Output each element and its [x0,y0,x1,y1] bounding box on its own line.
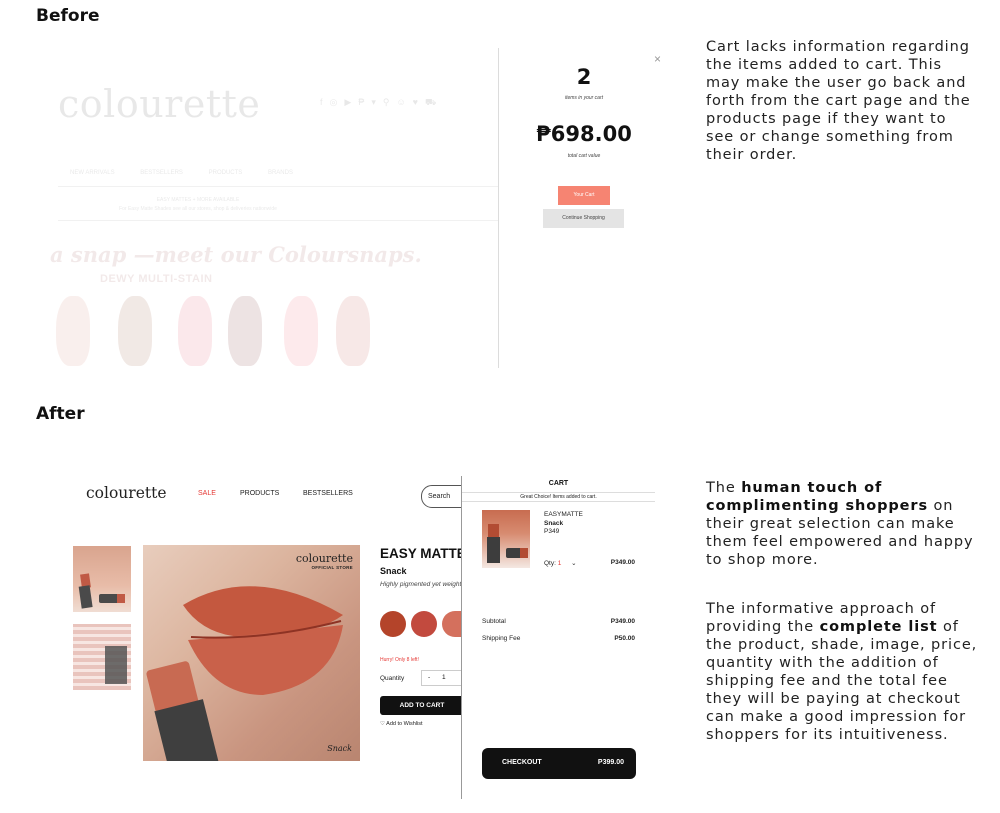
checkout-total: P399.00 [597,759,624,766]
before-tagline: a snap —meet our Coloursnaps. [50,242,422,267]
hero-brand-sub: OFFICIAL STORE [311,565,353,570]
before-promo: EASY MATTES + MORE AVAILABLE For Easy Ma… [58,196,338,214]
hero-brand-name: colourette [295,552,353,565]
hero-caption: Snack [327,744,352,753]
product-description: Highly pigmented yet weightless [380,581,473,588]
shade-swatch[interactable] [380,611,406,637]
lipstick-image [487,524,528,563]
stock-note: Hurry! Only 8 left! [380,657,419,663]
hero-brand: colourette OFFICIAL STORE [296,552,353,570]
cart-icon: ⛟ [424,97,444,107]
heart-icon: ♥ [412,97,425,107]
product-thumbnail-2[interactable] [73,624,131,690]
swatch [284,296,318,366]
cart-item-image [482,510,530,568]
after-heading: After [36,404,85,424]
qty-value: 1 [442,674,446,681]
nav-sale[interactable]: SALE [198,490,216,497]
before-subheading: DEWY MULTI-STAIN [100,273,213,285]
before-heading: Before [36,6,100,26]
swatch [228,296,262,366]
note-emphasis: complete list [819,619,938,635]
site-logo[interactable]: colourette [86,484,167,502]
chevron-down-icon[interactable]: ⌄ [571,560,576,567]
shade-swatch[interactable] [442,611,462,637]
cart-item-count-label: items in your cart [564,95,604,101]
cart-item-product: EASYMATTE [544,511,583,518]
subtotal-value: P349.00 [610,618,635,625]
cart-panel: CART Great Choice! Items added to cart. … [461,476,655,799]
after-note-1: The human touch of complimenting shopper… [706,479,978,569]
heart-icon: ♡ [380,721,385,727]
add-to-wishlist-link[interactable]: ♡ Add to Wishlist [380,721,423,727]
lips-photo [146,586,343,761]
your-cart-button[interactable]: Your Cart [558,186,610,205]
cart-total-value: ₱698.00 [536,122,632,146]
before-site-nav: NEW ARRIVALS BESTSELLERS PRODUCTS BRANDS [70,170,317,176]
shade-swatch[interactable] [411,611,437,637]
popup-divider [498,48,499,368]
cart-item-price: P349.00 [610,559,635,566]
qty-label: Qty: [544,560,556,567]
continue-shopping-button[interactable]: Continue Shopping [543,209,624,228]
checkout-label: CHECKOUT [502,759,542,766]
currency-icon: ₱ [358,97,372,107]
close-icon[interactable]: × [654,52,661,66]
add-to-cart-button[interactable]: ADD TO CART [380,696,464,715]
product-title: EASY MATTE [380,546,466,561]
nav-bestsellers[interactable]: BESTSELLERS [303,490,353,497]
quantity-label: Quantity [380,675,405,682]
user-icon: ☺ [396,97,413,107]
cart-title: CART [548,480,569,487]
shipping-value: P50.00 [614,635,635,642]
wishlist-label: Add to Wishlist [386,721,423,727]
youtube-icon: ▶ [344,97,359,107]
swatch [56,296,90,366]
swatch [118,296,152,366]
search-icon: ⚲ [382,97,397,107]
facebook-icon: f [320,97,330,107]
swatch [178,296,212,366]
qty-value: 1 [557,560,562,567]
nav-products[interactable]: PRODUCTS [240,490,279,497]
before-header-icons: f◎▶₱▾⚲☺♥⛟ [320,97,443,109]
cart-item-count: 2 [576,65,592,89]
before-note: Cart lacks information regarding the ite… [706,39,971,163]
after-note-2: The informative approach of providing th… [706,600,978,744]
checkout-button[interactable]: CHECKOUT P399.00 [482,748,636,779]
instagram-icon: ◎ [329,97,345,107]
swatch [336,296,370,366]
cart-item-details: EASYMATTE Snack P349 [544,511,583,537]
cart-item-shade: Snack [544,519,564,527]
cart-item-qty-select[interactable]: Qty: 1 ⌄ [544,559,577,567]
nav-item: BESTSELLERS [140,170,183,176]
note-text: The [706,480,742,496]
divider [58,220,498,221]
chevron-down-icon: ▾ [371,97,383,107]
promo-line: EASY MATTES + MORE AVAILABLE [156,197,240,203]
nav-item: PRODUCTS [208,170,243,176]
before-site-logo: colourette [58,82,261,126]
divider [58,186,498,187]
product-thumbnail-1[interactable] [73,546,131,612]
nav-item: NEW ARRIVALS [70,170,115,176]
product-shade: Snack [380,566,407,576]
note-text: of the product, shade, image, price, qua… [706,619,978,743]
promo-line: For Easy Matte Shades see all our stores… [119,206,277,212]
qty-decrement-button[interactable]: - [428,674,430,681]
cart-total-label: total cart value [567,153,601,159]
quantity-stepper[interactable]: - 1 [421,670,463,686]
lipstick-lineup-image [105,646,127,684]
subtotal-label: Subtotal [482,618,506,625]
shipping-label: Shipping Fee [482,635,521,642]
nav-item: BRANDS [267,170,293,176]
cart-item-unit-price: P349 [544,528,560,535]
lipstick-image [78,573,125,609]
product-hero-image: colourette OFFICIAL STORE Snack [143,545,360,761]
added-to-cart-banner: Great Choice! Items added to cart. [462,492,655,502]
